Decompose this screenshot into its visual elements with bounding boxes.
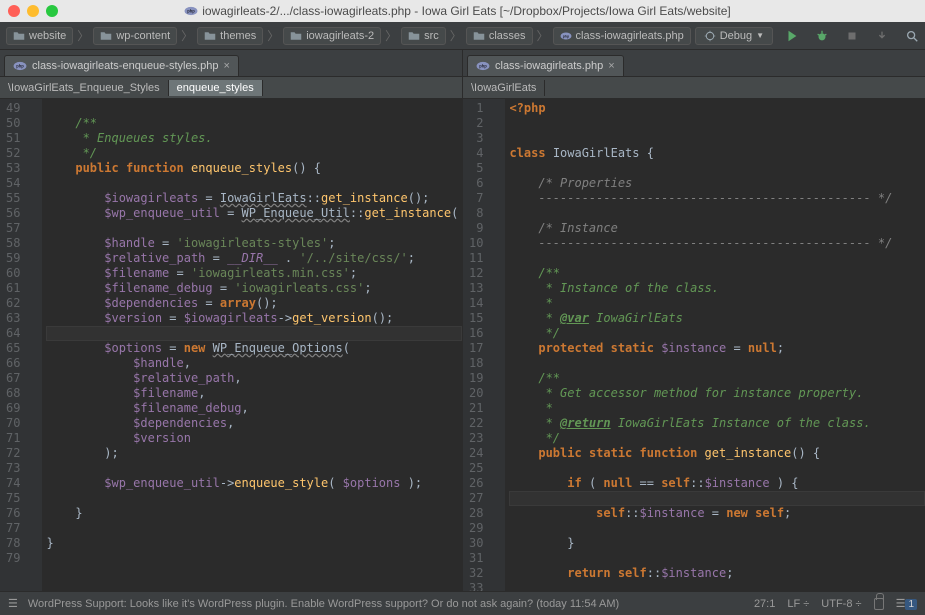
line-gutter: 1 2 3 4 5 6 7 8 9 10 11 12 13 14 15 16 1…: [463, 99, 491, 591]
chevron-right-icon: 〉: [267, 27, 279, 44]
fold-column[interactable]: [491, 99, 505, 591]
status-bar: ☰ WordPress Support: Looks like it's Wor…: [0, 591, 925, 615]
code-editor-right[interactable]: 1 2 3 4 5 6 7 8 9 10 11 12 13 14 15 16 1…: [463, 99, 925, 591]
notification-icon[interactable]: ☰1: [896, 597, 917, 610]
code-editor-left[interactable]: 49 50 51 52 53 54 55 56 57 58 59 60 61 6…: [0, 99, 462, 591]
php-file-icon: php: [13, 61, 27, 71]
close-tab-icon[interactable]: ×: [608, 60, 614, 72]
breadcrumb-item[interactable]: phpclass-iowagirleats.php: [553, 27, 691, 45]
titlebar: php iowagirleats-2/.../class-iowagirleat…: [0, 0, 925, 22]
breadcrumb-item[interactable]: src: [401, 27, 446, 45]
tab-bar-right: php class-iowagirleats.php ×: [463, 50, 925, 77]
svg-text:php: php: [187, 9, 195, 14]
chevron-down-icon: ▼: [756, 31, 764, 40]
stop-button[interactable]: [841, 27, 863, 45]
breadcrumb-item[interactable]: themes: [197, 27, 263, 45]
chevron-right-icon: 〉: [181, 27, 193, 44]
status-message[interactable]: WordPress Support: Looks like it's WordP…: [28, 598, 619, 610]
debug-icon: [704, 30, 716, 42]
file-encoding[interactable]: UTF-8 ÷: [821, 598, 861, 610]
breadcrumb-item[interactable]: website: [6, 27, 73, 45]
run-config-label: Debug: [720, 30, 752, 42]
scope-seg[interactable]: \IowaGirlEats_Enqueue_Styles: [0, 80, 169, 96]
run-config-selector[interactable]: Debug ▼: [695, 27, 773, 45]
file-tab-left[interactable]: php class-iowagirleats-enqueue-styles.ph…: [4, 55, 239, 76]
fold-column[interactable]: [28, 99, 42, 591]
tab-bar-left: php class-iowagirleats-enqueue-styles.ph…: [0, 50, 462, 77]
event-log-icon[interactable]: ☰: [8, 597, 18, 610]
code-content[interactable]: /** * Enqueues styles. */ public functio…: [42, 99, 462, 591]
scope-breadcrumb-left[interactable]: \IowaGirlEats_Enqueue_Styles enqueue_sty…: [0, 77, 462, 99]
readonly-lock-icon[interactable]: [874, 598, 884, 610]
caret-position[interactable]: 27:1: [754, 598, 775, 610]
scope-seg[interactable]: \IowaGirlEats: [463, 80, 545, 96]
editor-pane-right: php class-iowagirleats.php × \IowaGirlEa…: [463, 50, 925, 591]
svg-text:php: php: [479, 64, 487, 69]
breadcrumb-item[interactable]: iowagirleats-2: [283, 27, 381, 45]
editor-split-view: php class-iowagirleats-enqueue-styles.ph…: [0, 50, 925, 591]
editor-pane-left: php class-iowagirleats-enqueue-styles.ph…: [0, 50, 463, 591]
file-tab-label: class-iowagirleats-enqueue-styles.php: [32, 60, 218, 72]
svg-text:php: php: [562, 34, 568, 38]
file-tab-right[interactable]: php class-iowagirleats.php ×: [467, 55, 624, 76]
line-gutter: 49 50 51 52 53 54 55 56 57 58 59 60 61 6…: [0, 99, 28, 591]
php-file-icon: php: [184, 6, 198, 16]
svg-text:php: php: [16, 64, 24, 69]
navigation-bar: website〉wp-content〉themes〉iowagirleats-2…: [0, 22, 925, 50]
scope-seg[interactable]: enqueue_styles: [169, 80, 263, 96]
breadcrumb: website〉wp-content〉themes〉iowagirleats-2…: [6, 27, 691, 45]
window-controls: [8, 5, 58, 17]
chevron-right-icon: 〉: [77, 27, 89, 44]
debug-button[interactable]: [811, 27, 833, 45]
breadcrumb-item[interactable]: classes: [466, 27, 533, 45]
chevron-right-icon: 〉: [450, 27, 462, 44]
scope-breadcrumb-right[interactable]: \IowaGirlEats: [463, 77, 925, 99]
chevron-right-icon: 〉: [537, 27, 549, 44]
line-separator[interactable]: LF ÷: [787, 598, 809, 610]
close-tab-icon[interactable]: ×: [223, 60, 229, 72]
minimize-window-button[interactable]: [27, 5, 39, 17]
vcs-update-button[interactable]: [871, 27, 893, 45]
code-content[interactable]: <?phpclass IowaGirlEats { /* Properties …: [505, 99, 925, 591]
run-button[interactable]: [781, 27, 803, 45]
maximize-window-button[interactable]: [46, 5, 58, 17]
close-window-button[interactable]: [8, 5, 20, 17]
file-tab-label: class-iowagirleats.php: [495, 60, 603, 72]
window-title: iowagirleats-2/.../class-iowagirleats.ph…: [202, 4, 731, 18]
chevron-right-icon: 〉: [385, 27, 397, 44]
breadcrumb-item[interactable]: wp-content: [93, 27, 177, 45]
search-everywhere-button[interactable]: [901, 27, 923, 45]
php-file-icon: php: [476, 61, 490, 71]
